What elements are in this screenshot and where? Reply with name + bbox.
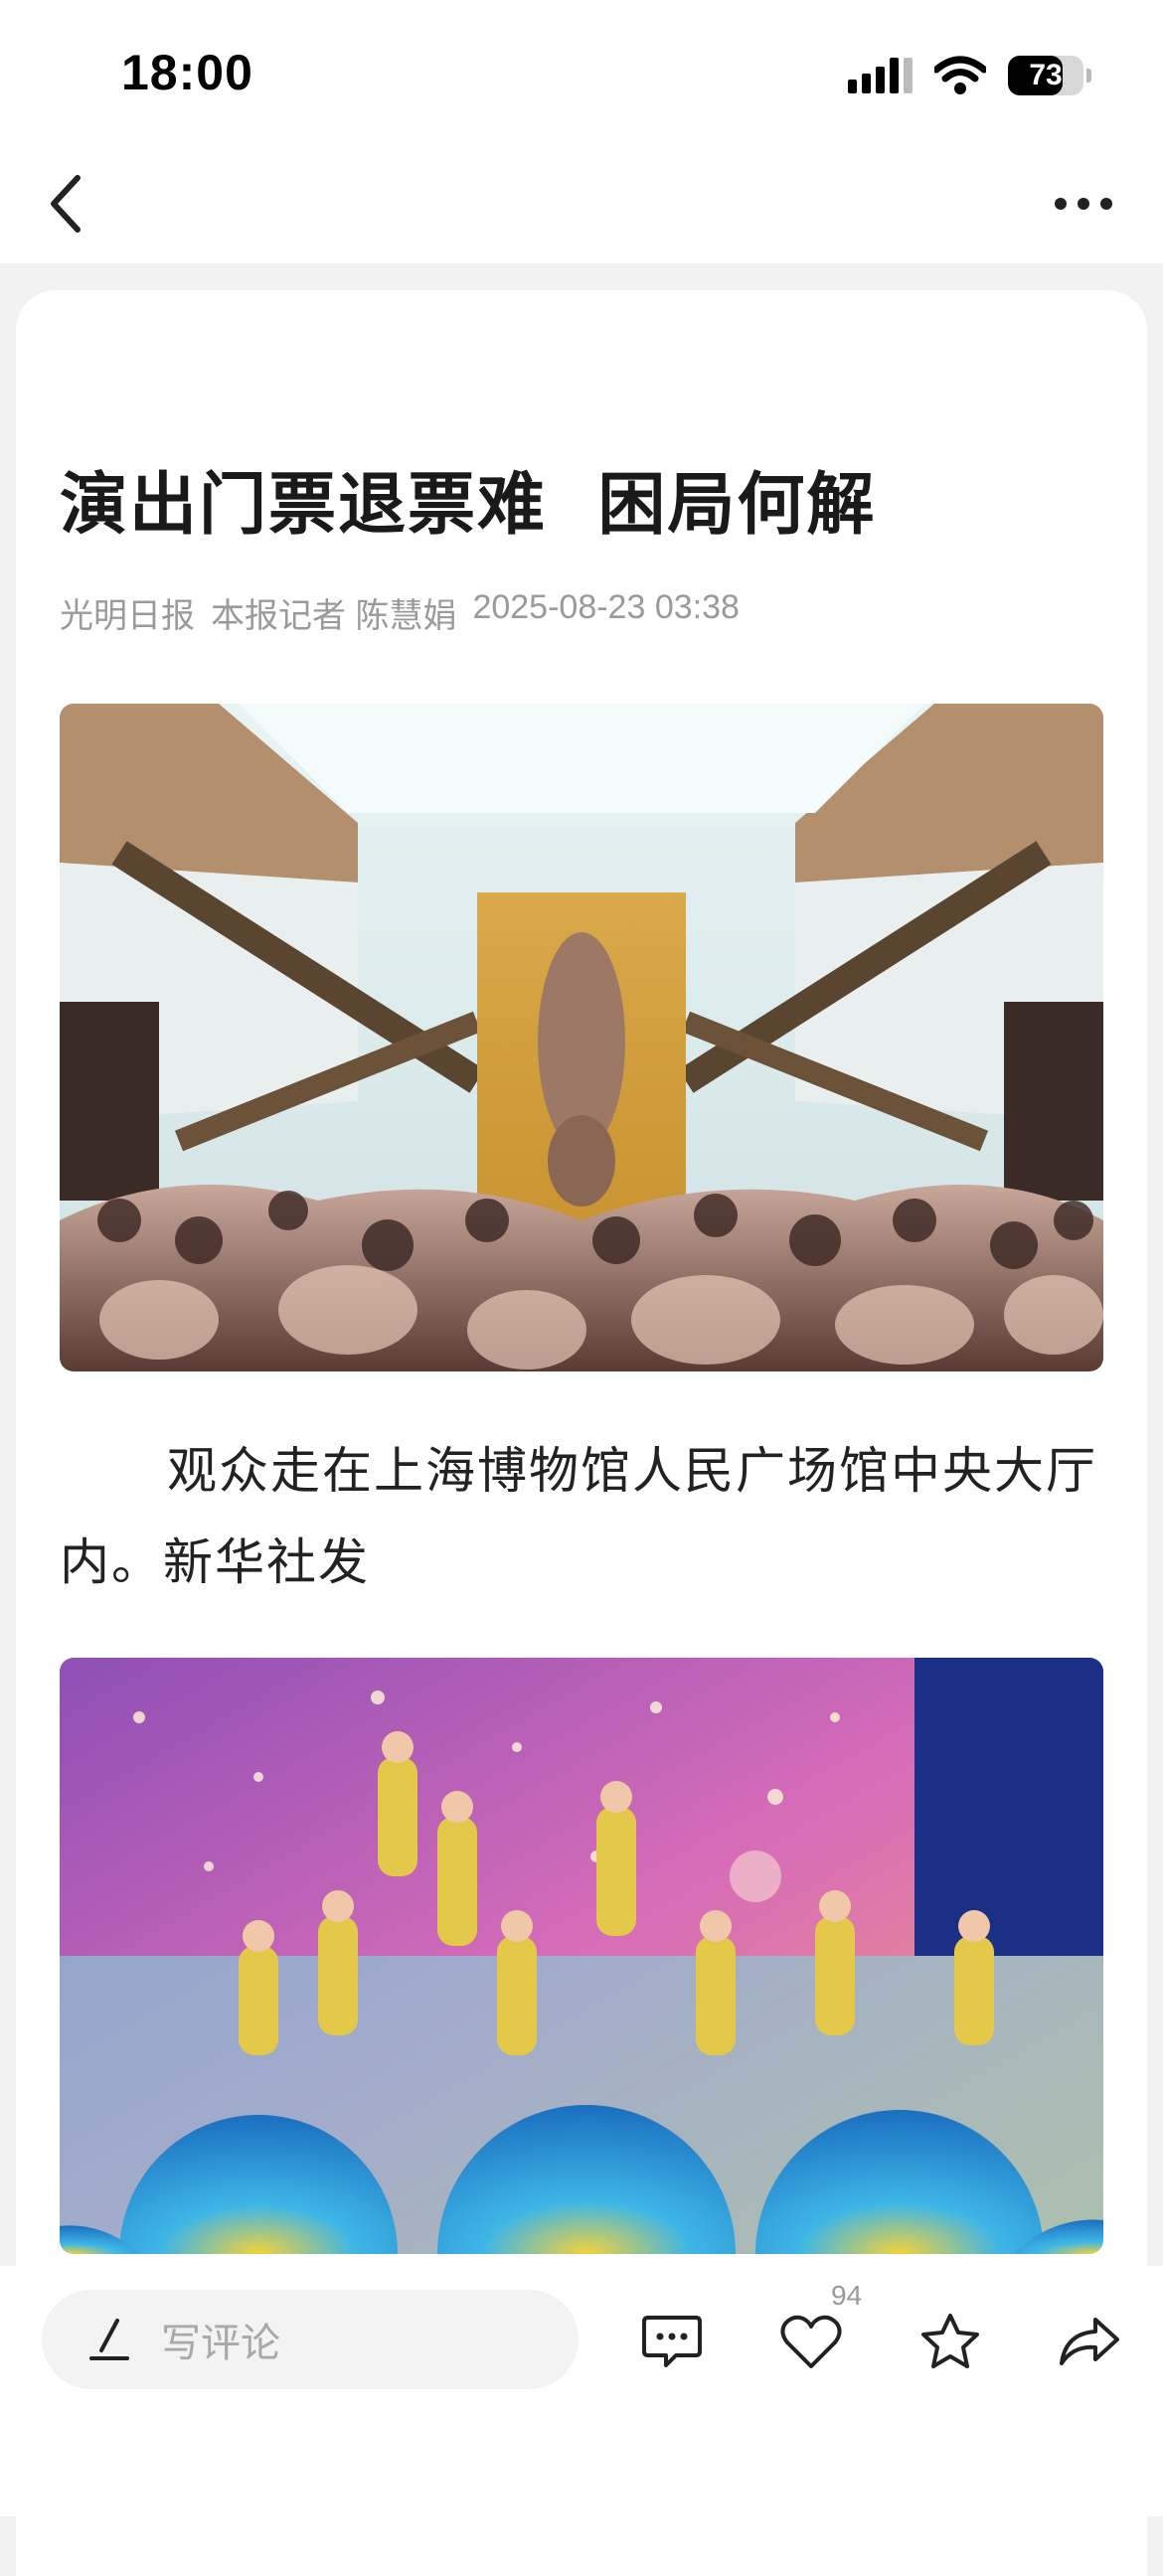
back-icon — [51, 175, 81, 233]
signal-icon — [848, 58, 913, 93]
article-datetime: 2025-08-23 03:38 — [472, 588, 740, 626]
nav-bar — [0, 149, 1163, 263]
status-time: 18:00 — [121, 45, 253, 100]
pen-icon — [89, 2319, 129, 2360]
share-icon — [1060, 2318, 1119, 2365]
comment-input[interactable]: 写评论 — [42, 2290, 579, 2389]
comment-icon — [642, 2316, 702, 2367]
wifi-icon — [934, 56, 986, 94]
status-bar: 18:00 73 — [0, 0, 1163, 149]
dance-performance-photo[interactable] — [60, 1658, 1103, 2254]
more-button[interactable] — [1044, 169, 1123, 239]
article-author: 本报记者 陈慧娟 — [211, 597, 457, 635]
battery-level: 73 — [1029, 59, 1063, 91]
share-button[interactable] — [1050, 2302, 1129, 2381]
photo-caption: 观众走在上海博物馆人民广场馆中央大厅内。新华社发 — [60, 1442, 1097, 1591]
comment-placeholder: 写评论 — [161, 2321, 280, 2366]
bottom-action-bar: 写评论 94 — [0, 2266, 1163, 2516]
star-icon — [921, 2314, 979, 2368]
article-title: 演出门票退票难 困局何解 — [60, 465, 877, 545]
battery-icon: 73 — [1008, 56, 1091, 95]
heart-icon — [780, 2315, 842, 2368]
like-button[interactable] — [771, 2302, 851, 2381]
more-icon — [1055, 198, 1067, 210]
status-icons: 73 — [848, 52, 1091, 99]
back-button[interactable] — [36, 169, 95, 239]
article-card: 演出门票退票难 困局何解 光明日报 本报记者 陈慧娟 2025-08-23 03… — [16, 290, 1147, 2576]
comment-button[interactable] — [632, 2302, 712, 2381]
favorite-button[interactable] — [911, 2302, 990, 2381]
article-meta: 光明日报 本报记者 陈慧娟 2025-08-23 03:38 — [60, 588, 740, 637]
article-source: 光明日报 — [60, 597, 195, 635]
museum-hall-photo[interactable] — [60, 704, 1103, 1371]
